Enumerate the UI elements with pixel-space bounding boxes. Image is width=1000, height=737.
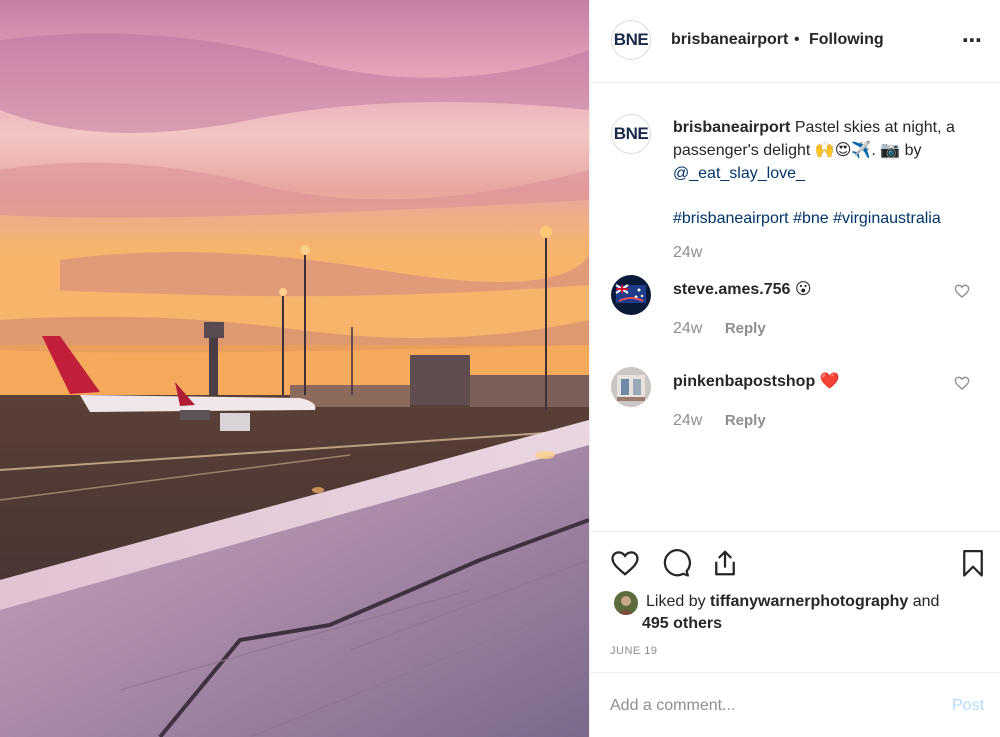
reply-button[interactable]: Reply	[725, 320, 766, 337]
comment-timestamp[interactable]: 24w	[673, 412, 702, 429]
following-button[interactable]: Following	[809, 31, 884, 49]
comments-list[interactable]: BNE brisbaneairport Pastel skies at nigh…	[590, 84, 1000, 530]
post-details-panel: BNE brisbaneairport • Following ⋯ BNE br…	[589, 0, 1000, 737]
heart-icon[interactable]	[610, 548, 640, 578]
post-header: BNE brisbaneairport • Following ⋯	[590, 0, 1000, 83]
author-username-link[interactable]: brisbaneairport	[671, 31, 788, 49]
likes-text: Liked by tiffanywarnerphotography and 49…	[642, 591, 940, 632]
liker-avatar-icon	[614, 591, 638, 615]
commenter-username-link[interactable]: steve.ames.756	[673, 281, 790, 298]
comment-body: 😮	[794, 281, 812, 298]
like-comment-heart-icon[interactable]	[954, 283, 970, 299]
shop-photo-avatar-icon	[611, 367, 651, 407]
likes-and: and	[908, 593, 940, 610]
author-avatar-text: BNE	[613, 30, 649, 49]
commenter-username-link[interactable]: pinkenbapostshop	[673, 373, 815, 390]
likes-others-link[interactable]: 495 others	[642, 613, 722, 635]
caption-timestamp[interactable]: 24w	[673, 244, 702, 262]
liker-avatar[interactable]	[614, 591, 638, 615]
post-image	[0, 0, 589, 737]
comment-meta: 24w Reply	[673, 320, 766, 338]
comment-text: pinkenbapostshop ❤️	[673, 371, 840, 391]
comment-meta: 24w Reply	[673, 412, 766, 430]
more-options-icon[interactable]: ⋯	[962, 28, 983, 53]
comment-timestamp[interactable]: 24w	[673, 320, 702, 337]
commenter-avatar[interactable]	[611, 367, 651, 407]
bookmark-icon[interactable]	[958, 548, 988, 578]
comment-input[interactable]	[610, 693, 930, 719]
comment-icon[interactable]	[661, 548, 691, 578]
author-avatar[interactable]: BNE	[611, 20, 651, 60]
post-actions: Liked by tiffanywarnerphotography and 49…	[590, 531, 1000, 671]
comment-item: steve.ames.756 😮 24w Reply	[590, 275, 1000, 355]
post-photo[interactable]	[0, 0, 589, 737]
add-comment-bar: Post	[590, 672, 1000, 737]
likes-prefix: Liked by	[646, 593, 711, 610]
like-comment-heart-icon[interactable]	[954, 375, 970, 391]
reply-button[interactable]: Reply	[725, 412, 766, 429]
share-icon[interactable]	[710, 548, 740, 578]
header-separator: •	[794, 31, 800, 48]
post-caption: brisbaneairport Pastel skies at night, a…	[673, 116, 983, 230]
caption-avatar-text: BNE	[613, 124, 649, 143]
comment-item: pinkenbapostshop ❤️ 24w Reply	[590, 367, 1000, 447]
liker-username-link[interactable]: tiffanywarnerphotography	[710, 593, 908, 610]
caption-hashtags[interactable]: #brisbaneairport #bne #virginaustralia	[673, 207, 983, 230]
caption-mention-link[interactable]: @_eat_slay_love_	[673, 165, 805, 182]
caption-username-link[interactable]: brisbaneairport	[673, 119, 790, 136]
comment-text: steve.ames.756 😮	[673, 279, 812, 299]
australia-flag-avatar-icon	[611, 275, 651, 315]
post-comment-button[interactable]: Post	[952, 697, 984, 715]
comment-body: ❤️	[819, 373, 840, 390]
post-date[interactable]: JUNE 19	[610, 645, 658, 657]
caption-author-avatar[interactable]: BNE	[611, 114, 651, 154]
commenter-avatar[interactable]	[611, 275, 651, 315]
